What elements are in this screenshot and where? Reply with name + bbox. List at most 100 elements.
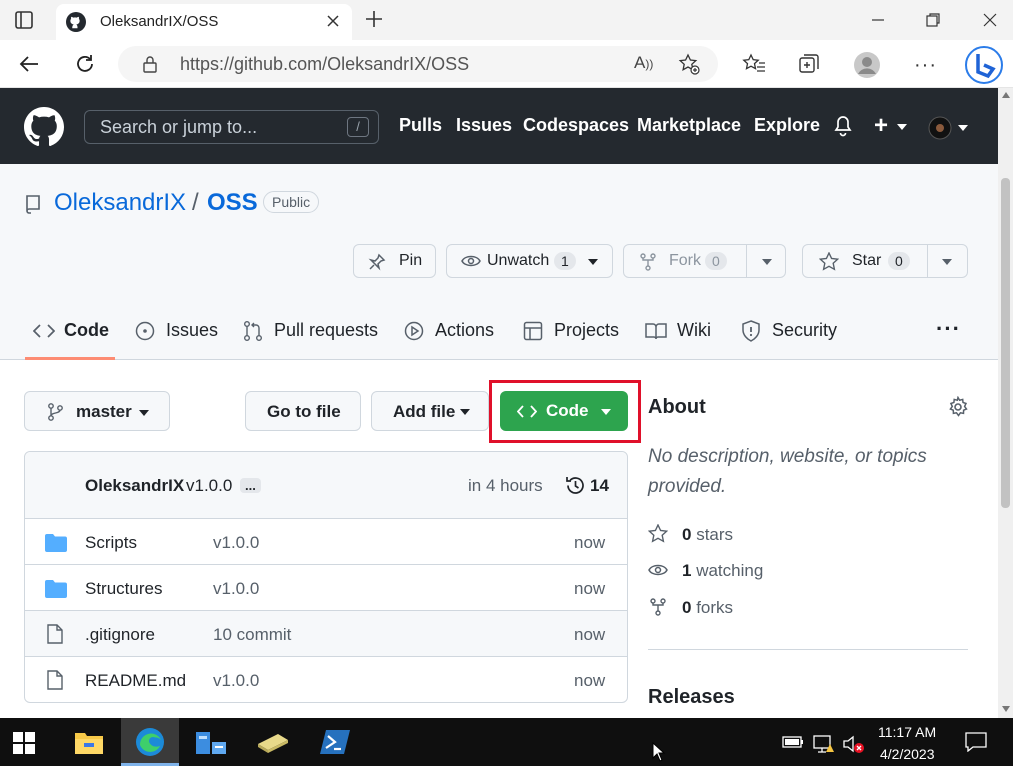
file-commit-message[interactable]: v1.0.0 [213, 533, 259, 553]
repo-icon [25, 194, 41, 214]
pin-button[interactable]: Pin [353, 244, 436, 278]
add-favorite-icon[interactable] [678, 53, 700, 75]
clock-time[interactable]: 11:17 AM [878, 724, 936, 740]
file-name[interactable]: Scripts [85, 533, 137, 553]
notification-center-icon[interactable] [965, 732, 987, 752]
go-to-file-button[interactable]: Go to file [245, 391, 361, 431]
create-new-button[interactable]: + [874, 112, 907, 140]
more-tabs-icon[interactable]: ··· [936, 316, 961, 342]
tab-actions[interactable]: Actions [435, 320, 494, 341]
stars-link[interactable]: 0 stars [682, 525, 733, 545]
search-input[interactable]: Search or jump to... / [84, 110, 379, 144]
page-scrollbar[interactable] [998, 88, 1013, 718]
nav-issues[interactable]: Issues [456, 115, 512, 136]
file-icon [47, 670, 63, 690]
url-bar[interactable]: https://github.com/OleksandrIX/OSS A)) [118, 46, 718, 82]
user-menu-button[interactable] [928, 116, 972, 140]
file-time: now [574, 533, 606, 552]
tab-actions-icon[interactable] [14, 10, 34, 30]
file-row[interactable]: README.md v1.0.0 now [25, 656, 627, 702]
tab-projects[interactable]: Projects [554, 320, 619, 341]
file-row[interactable]: Scripts v1.0.0 now [25, 518, 627, 564]
close-tab-icon[interactable] [326, 14, 340, 28]
tab-pull-requests[interactable]: Pull requests [274, 320, 378, 341]
read-aloud-icon[interactable]: A)) [634, 53, 653, 73]
windows-taskbar: 11:17 AM 4/2/2023 [0, 718, 1013, 766]
clock-date[interactable]: 4/2/2023 [880, 746, 935, 762]
caret-down-icon[interactable] [762, 259, 772, 265]
bing-icon[interactable] [964, 45, 1004, 85]
code-button-label: Code [546, 401, 589, 420]
bell-icon[interactable] [834, 115, 852, 137]
restore-icon[interactable] [925, 12, 941, 28]
powershell-icon[interactable] [320, 728, 350, 756]
notepad-icon[interactable] [256, 730, 290, 754]
favorites-icon[interactable] [742, 53, 766, 75]
latest-commit-bar: OleksandrIX v1.0.0 ... in 4 hours 14 [25, 452, 627, 518]
close-window-icon[interactable] [982, 12, 998, 28]
history-icon[interactable] [565, 475, 586, 496]
file-commit-message[interactable]: v1.0.0 [213, 671, 259, 691]
file-name[interactable]: Structures [85, 579, 162, 599]
scroll-down-icon[interactable] [1002, 706, 1010, 712]
lock-icon[interactable] [142, 55, 158, 73]
tab-issues[interactable]: Issues [166, 320, 218, 341]
code-dropdown-button[interactable]: Code [500, 391, 628, 431]
profile-avatar-icon[interactable] [853, 51, 881, 79]
watching-link[interactable]: 1 watching [682, 561, 763, 581]
file-name[interactable]: .gitignore [85, 625, 155, 645]
file-commit-message[interactable]: v1.0.0 [213, 579, 259, 599]
commit-message[interactable]: v1.0.0 [186, 476, 232, 496]
search-shortcut-key: / [347, 117, 369, 137]
add-file-button[interactable]: Add file [371, 391, 489, 431]
file-row[interactable]: Structures v1.0.0 now [25, 564, 627, 610]
url-text[interactable]: https://github.com/OleksandrIX/OSS [180, 54, 469, 75]
star-button[interactable]: Star 0 [802, 244, 968, 278]
tab-wiki[interactable]: Wiki [677, 320, 711, 341]
unwatch-button[interactable]: Unwatch 1 [446, 244, 613, 278]
commit-count[interactable]: 14 [590, 476, 609, 496]
branch-icon [47, 403, 63, 421]
tab-security[interactable]: Security [772, 320, 837, 341]
refresh-icon[interactable] [74, 53, 96, 75]
repo-owner-link[interactable]: OleksandrIX [54, 189, 186, 217]
github-logo-icon[interactable] [24, 107, 64, 147]
commit-author[interactable]: OleksandrIX [85, 476, 184, 496]
file-commit-message[interactable]: 10 commit [213, 625, 291, 645]
nav-codespaces[interactable]: Codespaces [523, 115, 629, 136]
repo-name-link[interactable]: OSS [207, 189, 258, 217]
active-tab-underline [25, 357, 115, 360]
file-name[interactable]: README.md [85, 671, 186, 691]
tab-code[interactable]: Code [64, 320, 109, 341]
windows-start-icon[interactable] [13, 732, 35, 754]
commit-expand-button[interactable]: ... [240, 478, 261, 493]
nav-explore[interactable]: Explore [754, 115, 820, 136]
edge-taskbar-button[interactable] [121, 718, 179, 766]
battery-icon[interactable] [782, 736, 804, 748]
branch-selector[interactable]: master [24, 391, 170, 431]
browser-tab[interactable]: OleksandrIX/OSS [56, 4, 352, 40]
network-icon[interactable] [812, 734, 836, 754]
new-tab-icon[interactable] [364, 9, 384, 29]
nav-pulls[interactable]: Pulls [399, 115, 442, 136]
file-time: now [574, 625, 606, 644]
minimize-icon[interactable] [870, 12, 886, 28]
collections-icon[interactable] [797, 52, 821, 76]
gear-icon[interactable] [947, 396, 969, 418]
scrollbar-thumb[interactable] [1001, 178, 1010, 508]
server-manager-icon[interactable] [196, 728, 228, 756]
file-row[interactable]: .gitignore 10 commit now [25, 610, 627, 656]
fork-button[interactable]: Fork 0 [623, 244, 786, 278]
back-icon[interactable] [18, 54, 40, 74]
browser-tab-bar: OleksandrIX/OSS [0, 0, 1013, 40]
releases-heading[interactable]: Releases [648, 686, 735, 709]
caret-down-icon[interactable] [942, 259, 952, 265]
stars-label: stars [696, 525, 734, 544]
nav-marketplace[interactable]: Marketplace [637, 115, 741, 136]
scroll-up-icon[interactable] [1002, 92, 1010, 98]
tab-title: OleksandrIX/OSS [100, 13, 219, 30]
volume-muted-icon[interactable] [842, 734, 866, 754]
settings-more-icon[interactable]: ··· [914, 54, 937, 77]
file-explorer-icon[interactable] [75, 730, 103, 754]
forks-link[interactable]: 0 forks [682, 598, 733, 618]
